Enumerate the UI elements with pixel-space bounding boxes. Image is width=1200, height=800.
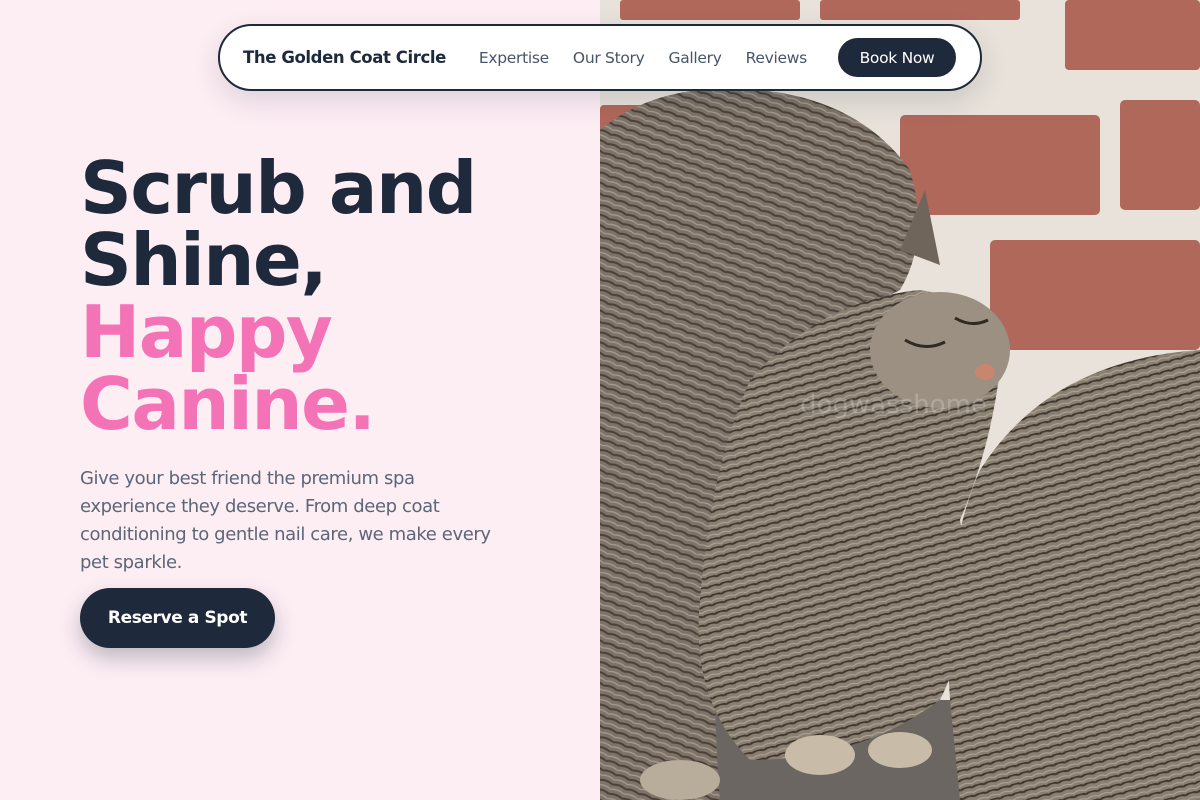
svg-text:dogwasshome: dogwasshome (800, 390, 987, 420)
headline-line-3: Happy (80, 290, 333, 374)
nav-links: Expertise Our Story Gallery Reviews (479, 49, 831, 67)
hero-description: Give your best friend the premium spa ex… (80, 468, 491, 573)
nav-link-gallery[interactable]: Gallery (669, 49, 722, 67)
reserve-spot-button[interactable]: Reserve a Spot (80, 588, 275, 648)
headline-line-4: Canine. (80, 362, 376, 446)
nav-link-our-story[interactable]: Our Story (573, 49, 645, 67)
book-now-button[interactable]: Book Now (838, 38, 956, 77)
hero-headline: Scrub and Shine, Happy Canine. (80, 152, 580, 440)
headline-line-2: Shine, (80, 218, 328, 302)
nav-link-reviews[interactable]: Reviews (746, 49, 808, 67)
nav-link-expertise[interactable]: Expertise (479, 49, 549, 67)
headline-line-1: Scrub and (80, 146, 477, 230)
hero-photo: dogwasshome (600, 0, 1200, 800)
navbar: The Golden Coat Circle Expertise Our Sto… (218, 24, 982, 91)
brand-logo[interactable]: The Golden Coat Circle (243, 48, 446, 67)
